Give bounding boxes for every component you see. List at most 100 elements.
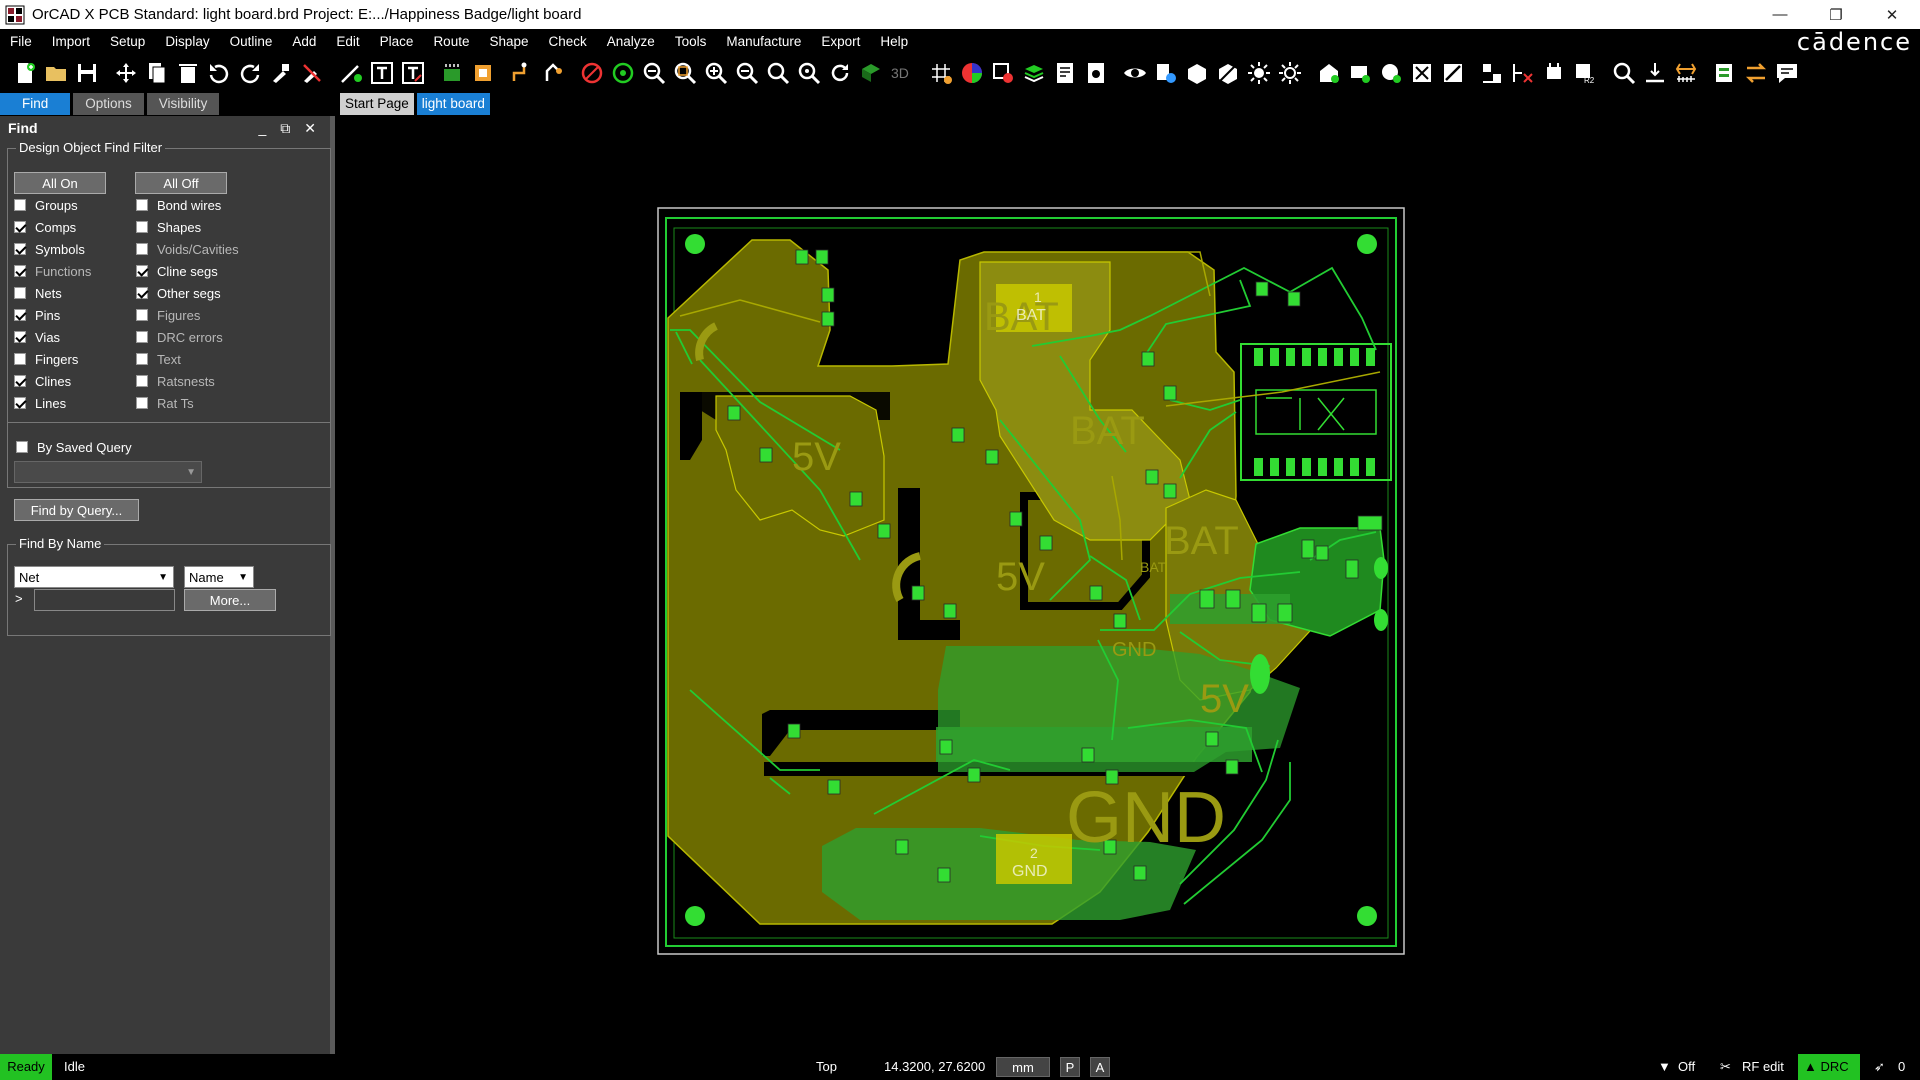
close-button[interactable]: ✕ [1864,0,1920,29]
filter-checkbox-fingers[interactable]: Fingers [14,350,78,368]
swap-icon[interactable] [1741,58,1770,88]
saved-query-select[interactable]: ▼ [14,461,202,483]
menu-file[interactable]: File [0,29,42,54]
filter-checkbox-shapes[interactable]: Shapes [136,218,201,236]
add-line-icon[interactable] [336,58,365,88]
add-text-icon[interactable] [367,58,396,88]
rf-edit-icon[interactable]: ✂ [1720,1054,1731,1080]
all-on-button[interactable]: All On [14,172,106,194]
grid-icon[interactable] [926,58,955,88]
minimize-button[interactable]: — [1752,0,1808,29]
zoom-out-icon[interactable] [732,58,761,88]
filter-checkbox-other-segs[interactable]: Other segs [136,284,221,302]
all-off-button[interactable]: All Off [135,172,227,194]
search-icon[interactable] [1609,58,1638,88]
properties-icon[interactable] [1081,58,1110,88]
report-icon[interactable] [1050,58,1079,88]
find-by-query-button[interactable]: Find by Query... [14,499,139,521]
dehighlight-icon[interactable] [1213,58,1242,88]
design-canvas[interactable]: BAT BAT BAT 5V 5V 5V GND GND BAT BAT GND… [340,116,1920,1054]
filter-checkbox-text[interactable]: Text [136,350,181,368]
tab-start-page[interactable]: Start Page [340,93,414,115]
pin-icon[interactable] [266,58,295,88]
constraint-manager-icon[interactable] [1710,58,1739,88]
menu-tools[interactable]: Tools [665,29,717,54]
filter-checkbox-ratsnests[interactable]: Ratsnests [136,372,215,390]
zoom-center-icon[interactable] [794,58,823,88]
restore-button[interactable]: ❐ [1808,0,1864,29]
redraw-icon[interactable] [825,58,854,88]
menu-setup[interactable]: Setup [100,29,155,54]
pcb-board-view[interactable]: BAT BAT BAT 5V 5V 5V GND GND BAT BAT GND… [340,116,1920,1054]
minimize-panel-icon[interactable]: _ [258,120,266,137]
dim-icon[interactable] [1275,58,1304,88]
zoom-previous-icon[interactable] [763,58,792,88]
void-icon[interactable] [1407,58,1436,88]
menu-check[interactable]: Check [539,29,597,54]
save-icon[interactable] [72,58,101,88]
zoom-window-icon[interactable] [670,58,699,88]
delete-icon[interactable] [173,58,202,88]
measure-icon[interactable] [1151,58,1180,88]
drc-indicator[interactable]: ▲ DRC [1798,1054,1860,1080]
fanout-icon[interactable] [1539,58,1568,88]
zoom-in-icon[interactable] [701,58,730,88]
shadow-mode-icon[interactable] [1019,58,1048,88]
filter-status[interactable]: Off [1678,1054,1695,1080]
tab-find[interactable]: Find [0,93,71,115]
zoom-fit-icon[interactable] [639,58,668,88]
filter-checkbox-figures[interactable]: Figures [136,306,200,324]
new-file-icon[interactable] [10,58,39,88]
filter-checkbox-bond-wires[interactable]: Bond wires [136,196,221,214]
align-icon[interactable] [1477,58,1506,88]
copy-icon[interactable] [142,58,171,88]
filter-checkbox-lines[interactable]: Lines [14,394,66,412]
shape-circle-icon[interactable] [1376,58,1405,88]
layer-visibility-icon[interactable] [988,58,1017,88]
menu-help[interactable]: Help [870,29,918,54]
filter-checkbox-clines[interactable]: Clines [14,372,71,390]
tab-options[interactable]: Options [73,93,144,115]
filter-checkbox-comps[interactable]: Comps [14,218,76,236]
filter-checkbox-voids-cavities[interactable]: Voids/Cavities [136,240,239,258]
filter-checkbox-cline-segs[interactable]: Cline segs [136,262,218,280]
unpin-icon[interactable] [297,58,326,88]
place-component-icon[interactable] [437,58,466,88]
comments-icon[interactable] [1772,58,1801,88]
filter-checkbox-groups[interactable]: Groups [14,196,78,214]
assign-color-icon[interactable] [1182,58,1211,88]
close-panel-icon[interactable]: ✕ [304,120,316,137]
object-type-select[interactable]: Net ▼ [14,566,174,588]
filter-checkbox-functions[interactable]: Functions [14,262,91,280]
edit-text-icon[interactable] [398,58,427,88]
menu-edit[interactable]: Edit [326,29,369,54]
menu-analyze[interactable]: Analyze [597,29,665,54]
menu-add[interactable]: Add [282,29,326,54]
filter-checkbox-vias[interactable]: Vias [14,328,60,346]
dimension-icon[interactable] [1640,58,1669,88]
menu-export[interactable]: Export [811,29,870,54]
place-manual-icon[interactable] [468,58,497,88]
disconnect-icon[interactable] [1508,58,1537,88]
saved-query-checkbox[interactable]: By Saved Query [16,438,132,456]
filter-checkbox-symbols[interactable]: Symbols [14,240,85,258]
name-mode-select[interactable]: Name ▼ [184,566,254,588]
menu-display[interactable]: Display [155,29,219,54]
slide-icon[interactable] [538,58,567,88]
tab-visibility[interactable]: Visibility [146,93,220,115]
menu-shape[interactable]: Shape [479,29,538,54]
rf-edit-toggle[interactable]: RF edit [1742,1054,1784,1080]
rename-ref-icon[interactable]: R2 [1570,58,1599,88]
3d-view-green-icon[interactable] [856,58,885,88]
3d-view-icon[interactable]: 3D [887,58,916,88]
ruler-icon[interactable] [1671,58,1700,88]
p-toggle[interactable]: P [1060,1057,1080,1077]
filter-checkbox-drc-errors[interactable]: DRC errors [136,328,223,346]
menu-route[interactable]: Route [423,29,479,54]
redo-icon[interactable] [235,58,264,88]
menu-import[interactable]: Import [42,29,100,54]
filter-checkbox-pins[interactable]: Pins [14,306,60,324]
filter-checkbox-nets[interactable]: Nets [14,284,62,302]
move-icon[interactable] [111,58,140,88]
brightness-icon[interactable] [1244,58,1273,88]
